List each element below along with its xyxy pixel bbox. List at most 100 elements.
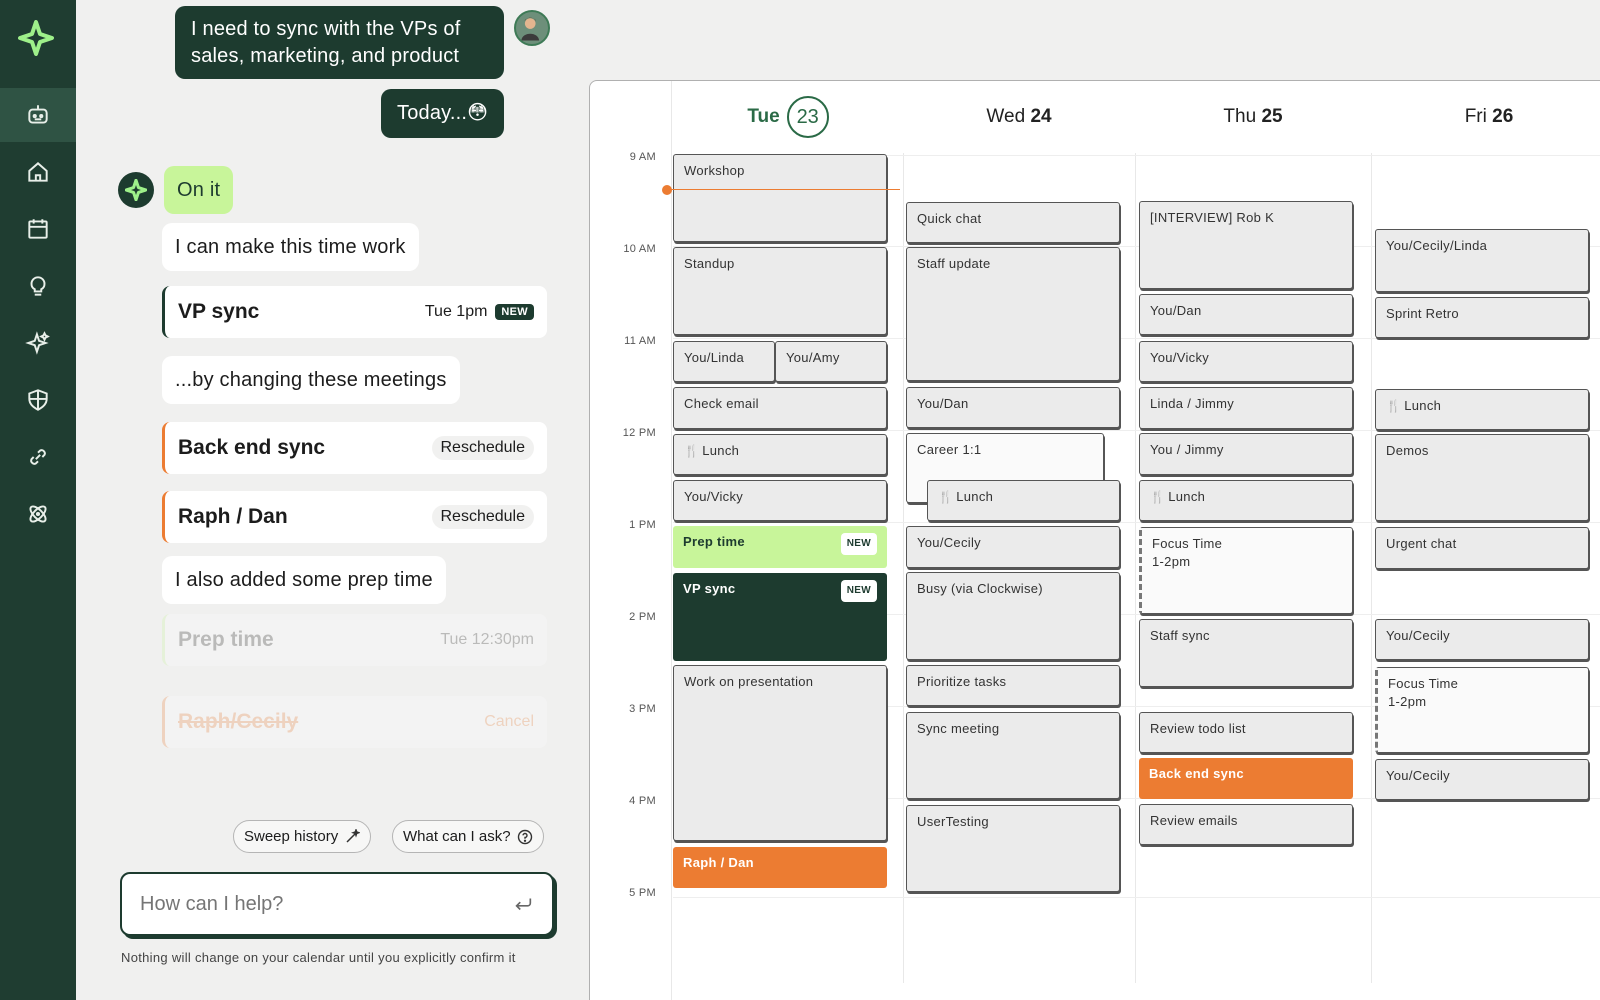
hour-line (673, 522, 1600, 523)
avatar[interactable] (514, 10, 550, 46)
day-header-fri[interactable]: Fri 26 (1371, 95, 1600, 139)
day-date: 25 (1261, 106, 1283, 127)
reschedule-button[interactable]: Reschedule (431, 505, 534, 529)
calendar-event[interactable]: Prioritize tasks (906, 665, 1120, 706)
what-can-i-ask-button[interactable]: What can I ask? (392, 820, 544, 853)
calendar-event[interactable]: You / Jimmy (1139, 433, 1353, 475)
sparkles-icon (25, 331, 50, 355)
event-title: Focus Time (1388, 676, 1459, 691)
calendar-event[interactable]: You/Cecily (1375, 759, 1589, 800)
calendar-event[interactable]: Review todo list (1139, 712, 1353, 753)
calendar-event[interactable]: Review emails (1139, 804, 1353, 845)
calendar-event-vp-sync[interactable]: VP sync NEW (673, 573, 887, 661)
assistant-avatar (118, 172, 154, 208)
suggested-meeting-card[interactable]: VP sync Tue 1pm NEW (162, 286, 547, 338)
calendar-event[interactable]: Quick chat (906, 202, 1120, 243)
user-message-line: I need to sync with the VPs of (191, 18, 461, 40)
prep-time-card[interactable]: Prep time Tue 12:30pm (162, 614, 547, 666)
day-column-separator (1371, 153, 1372, 983)
week-calendar: Tue 23 Wed 24 Thu 25 Fri 26 9 AM 10 AM 1… (589, 80, 1600, 1000)
time-label: 1 PM (629, 519, 656, 531)
calendar-event[interactable]: Staff update (906, 247, 1120, 381)
chat-input-box[interactable] (120, 872, 554, 936)
calendar-event[interactable]: You/Cecily (906, 526, 1120, 568)
user-message-line: sales, marketing, and product (191, 45, 460, 67)
calendar-event[interactable]: You/Cecily/Linda (1375, 229, 1589, 292)
sweep-history-button[interactable]: Sweep history (233, 820, 372, 853)
day-name: Thu (1223, 106, 1257, 127)
day-name: Fri (1464, 106, 1487, 127)
calendar-event-prep-time[interactable]: Prep time NEW (673, 526, 887, 568)
sparkle-logo-icon[interactable] (18, 20, 54, 56)
sidebar-item-links[interactable] (0, 430, 76, 484)
time-label: 11 AM (624, 335, 656, 347)
event-title: Prep time (683, 534, 745, 549)
calendar-event[interactable]: You/Amy (775, 341, 887, 382)
sidebar-item-integrations[interactable] (0, 487, 76, 541)
calendar-event[interactable]: Linda / Jimmy (1139, 387, 1353, 429)
calendar-event[interactable]: Standup (673, 247, 887, 335)
calendar-event[interactable]: Urgent chat (1375, 527, 1589, 569)
sidebar-item-assistant[interactable] (0, 88, 76, 142)
new-badge: NEW (840, 580, 877, 602)
cancel-card[interactable]: Raph/Cecily Cancel (162, 696, 547, 748)
calendar-event[interactable]: Sync meeting (906, 712, 1120, 799)
calendar-event[interactable]: You/Vicky (1139, 341, 1353, 382)
lightbulb-icon (30, 276, 46, 296)
reschedule-button[interactable]: Reschedule (431, 436, 534, 460)
chip-label: Sweep history (244, 828, 339, 845)
calendar-event[interactable]: Sprint Retro (1375, 297, 1589, 338)
day-header-wed[interactable]: Wed 24 (903, 95, 1135, 139)
day-header-thu[interactable]: Thu 25 (1135, 95, 1371, 139)
calendar-event[interactable]: UserTesting (906, 805, 1120, 892)
calendar-event[interactable]: Workshop (673, 154, 887, 242)
calendar-event[interactable]: 🍴 Lunch (1139, 480, 1353, 521)
time-label: 9 AM (629, 151, 656, 163)
event-title: Lunch (956, 489, 994, 504)
new-badge: NEW (495, 304, 534, 320)
cancel-button[interactable]: Cancel (484, 713, 534, 731)
card-title: Prep time (178, 628, 274, 651)
calendar-event[interactable]: You/Dan (906, 387, 1120, 428)
fork-knife-icon: 🍴 (684, 444, 700, 458)
calendar-event-raph-dan[interactable]: Raph / Dan (673, 847, 887, 888)
sidebar-item-calendar[interactable] (0, 202, 76, 256)
sidebar-item-home[interactable] (0, 145, 76, 199)
return-icon[interactable] (512, 893, 534, 915)
hour-line (673, 338, 1600, 339)
chip-label: What can I ask? (403, 828, 511, 845)
reschedule-card[interactable]: Back end sync Reschedule (162, 422, 547, 474)
calendar-event-back-end-sync[interactable]: Back end sync (1139, 758, 1353, 799)
fork-knife-icon: 🍴 (938, 490, 954, 504)
calendar-event[interactable]: 🍴 Lunch (927, 480, 1120, 521)
sparkle-logo-icon (125, 179, 147, 201)
shield-icon (28, 389, 48, 411)
calendar-event[interactable]: You/Vicky (673, 480, 887, 521)
calendar-event[interactable]: Busy (via Clockwise) (906, 572, 1120, 660)
sidebar-item-ideas[interactable] (0, 259, 76, 313)
chat-input[interactable] (140, 892, 480, 916)
calendar-event[interactable]: 🍴 Lunch (673, 434, 887, 475)
calendar-event[interactable]: You/Cecily (1375, 619, 1589, 660)
card-title: VP sync (178, 300, 260, 323)
calendar-event-focus-time[interactable]: Focus Time 1-2pm (1139, 527, 1353, 614)
calendar-icon (28, 219, 48, 239)
time-label: 4 PM (629, 795, 656, 807)
day-date: 24 (1030, 106, 1052, 127)
calendar-event[interactable]: Staff sync (1139, 619, 1353, 687)
calendar-event[interactable]: You/Linda (673, 341, 775, 382)
day-name: Tue (747, 106, 780, 127)
calendar-event[interactable]: Demos (1375, 434, 1589, 521)
sidebar-item-shield[interactable] (0, 373, 76, 427)
calendar-event[interactable]: 🍴 Lunch (1375, 389, 1589, 430)
calendar-event[interactable]: Work on presentation (673, 665, 887, 841)
calendar-event-focus-time[interactable]: Focus Time 1-2pm (1375, 667, 1589, 753)
sidebar-item-sparkles[interactable] (0, 316, 76, 370)
calendar-event[interactable]: You/Dan (1139, 294, 1353, 335)
user-message-today: Today...😳 (381, 89, 505, 138)
calendar-event[interactable]: [INTERVIEW] Rob K (1139, 201, 1353, 289)
calendar-event[interactable]: Check email (673, 387, 887, 429)
time-label: 5 PM (629, 887, 656, 899)
day-header-tue[interactable]: Tue 23 (673, 95, 903, 139)
reschedule-card[interactable]: Raph / Dan Reschedule (162, 491, 547, 543)
